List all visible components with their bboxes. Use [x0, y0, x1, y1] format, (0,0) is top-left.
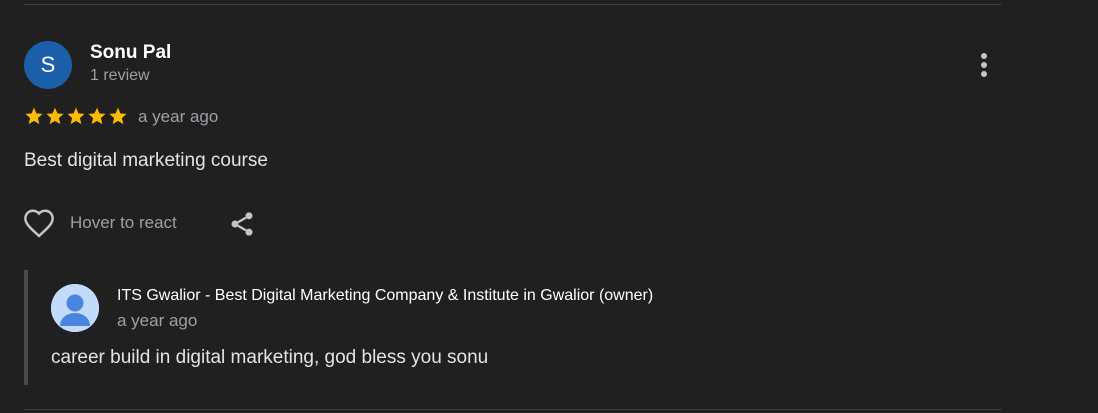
review-text: Best digital marketing course: [24, 150, 268, 171]
star-icon: [88, 107, 106, 125]
reviewer-avatar-initial: S: [40, 52, 56, 77]
heart-outline-icon: [24, 209, 54, 238]
owner-reply-text: career build in digital marketing, god b…: [51, 347, 489, 368]
bottom-divider: [24, 409, 1002, 410]
reviewer-review-count[interactable]: 1 review: [90, 67, 150, 85]
star-icon: [109, 107, 127, 125]
more-vert-icon: [981, 53, 987, 77]
owner-reply-timestamp: a year ago: [117, 311, 198, 330]
react-button[interactable]: Hover to react: [22, 208, 177, 238]
owner-avatar: [51, 284, 99, 332]
owner-reply-bar: [24, 270, 28, 385]
share-icon: [231, 212, 253, 236]
star-icon: [46, 107, 64, 125]
more-options-button[interactable]: [966, 47, 1002, 83]
reviewer-avatar[interactable]: S: [24, 41, 72, 89]
reviewer-name[interactable]: Sonu Pal: [90, 42, 171, 64]
owner-name: ITS Gwalior - Best Digital Marketing Com…: [117, 287, 654, 304]
star-icon: [67, 107, 85, 125]
star-icon: [25, 107, 43, 125]
default-person-avatar-icon: [51, 284, 99, 332]
top-divider: [24, 4, 1002, 5]
share-button[interactable]: [228, 210, 256, 238]
star-rating: [24, 106, 128, 126]
react-label: Hover to react: [70, 213, 177, 232]
review-timestamp: a year ago: [138, 107, 219, 126]
